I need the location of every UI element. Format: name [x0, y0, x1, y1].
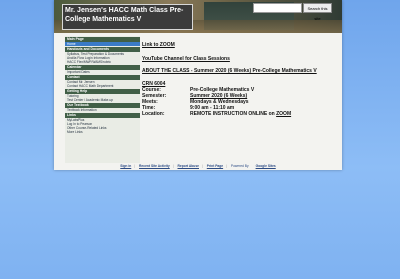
location-zoom-link[interactable]: ZOOM — [276, 111, 291, 117]
footer: Sign in | Recent Site Activity | Report Ab… — [120, 164, 276, 168]
search-button[interactable]: Search this site — [303, 3, 332, 21]
footer-google-sites[interactable]: Google Sites — [256, 164, 276, 168]
sidebar-item-test-center[interactable]: Test Center / Academic Make-up — [65, 98, 140, 102]
sidebar-navigation: Main Page Home Handouts and Documents Sy… — [65, 36, 140, 163]
youtube-channel-link[interactable]: YouTube Channel for Class Sessions — [142, 56, 230, 62]
sidebar-item-contact-math-dept[interactable]: Contact HACC Math Department — [65, 84, 140, 88]
location-label: Location: — [142, 111, 165, 117]
sidebar-item-textbook-info[interactable]: Textbook Information — [65, 108, 140, 112]
about-class-link[interactable]: ABOUT THE CLASS - Summer 2020 (6 Weeks) … — [142, 68, 317, 74]
sidebar-item-more-links[interactable]: More Links — [65, 130, 140, 134]
footer-print-page[interactable]: Print Page — [207, 164, 223, 168]
sidebar-item-home[interactable]: Home — [65, 42, 140, 46]
sidebar-item-hacc-flex[interactable]: HACC Flex/MWF/WAMS/rubric — [65, 60, 140, 64]
footer-report-abuse[interactable]: Report Abuse — [178, 164, 200, 168]
footer-powered-by: Powered By — [230, 164, 249, 168]
search-input[interactable] — [253, 3, 302, 13]
location-value: REMOTE INSTRUCTION ONLINE on ZOOM — [190, 111, 291, 117]
main-content: Link to ZOOM YouTube Channel for Class S… — [142, 36, 332, 160]
location-text: REMOTE INSTRUCTION ONLINE on — [190, 111, 277, 117]
footer-recent-activity[interactable]: Recent Site Activity — [139, 164, 170, 168]
sidebar-item-important-dates[interactable]: Important Dates — [65, 70, 140, 74]
zoom-link[interactable]: Link to ZOOM — [142, 42, 175, 48]
footer-sign-in[interactable]: Sign in — [120, 164, 131, 168]
site-container: Mr. Jensen's HACC Math Class Pre-College… — [54, 0, 342, 170]
site-title[interactable]: Mr. Jensen's HACC Math Class Pre-College… — [65, 6, 191, 24]
